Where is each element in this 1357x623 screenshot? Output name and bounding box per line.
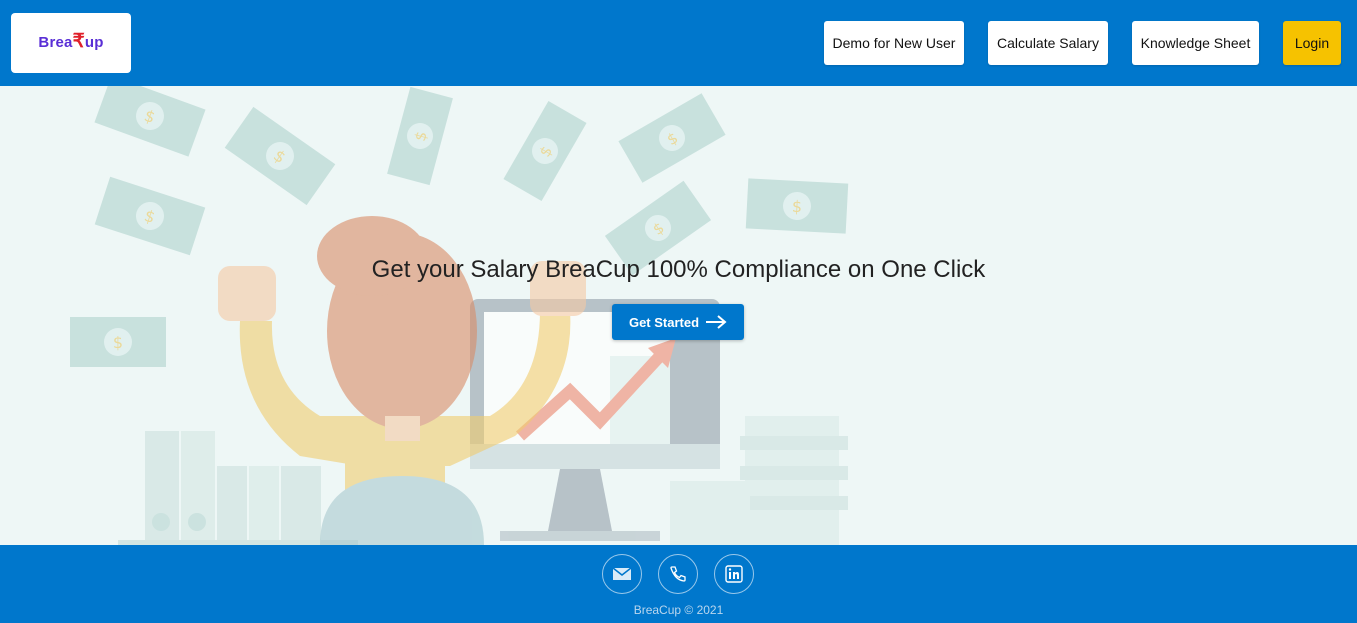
knowledge-sheet-button[interactable]: Knowledge Sheet xyxy=(1132,21,1259,65)
linkedin-icon xyxy=(725,565,743,583)
mail-link[interactable] xyxy=(602,554,642,594)
login-button[interactable]: Login xyxy=(1283,21,1341,65)
svg-text:$: $ xyxy=(791,197,802,217)
footer: BreaCup © 2021 xyxy=(0,545,1357,623)
get-started-label: Get Started xyxy=(628,314,700,330)
hero-section: $ $ $ $ $ $ $ $ $ Get your Salary BreaCu… xyxy=(0,86,1357,545)
get-started-button[interactable]: Get Started xyxy=(612,304,744,340)
phone-icon xyxy=(670,566,686,582)
phone-link[interactable] xyxy=(658,554,698,594)
calculate-salary-button[interactable]: Calculate Salary xyxy=(988,21,1108,65)
svg-text:$: $ xyxy=(113,333,123,352)
linkedin-link[interactable] xyxy=(714,554,754,594)
top-navbar: Brea₹up Demo for New User Calculate Sala… xyxy=(0,0,1357,86)
arrow-right-icon xyxy=(706,315,727,329)
brand-logo[interactable]: Brea₹up xyxy=(11,13,131,73)
logo-text: Brea₹up xyxy=(38,30,104,52)
hero-headline: Get your Salary BreaCup 100% Compliance … xyxy=(371,256,986,283)
copyright-text: BreaCup © 2021 xyxy=(633,603,724,617)
mail-icon xyxy=(612,567,632,580)
demo-new-user-button[interactable]: Demo for New User xyxy=(824,21,964,65)
